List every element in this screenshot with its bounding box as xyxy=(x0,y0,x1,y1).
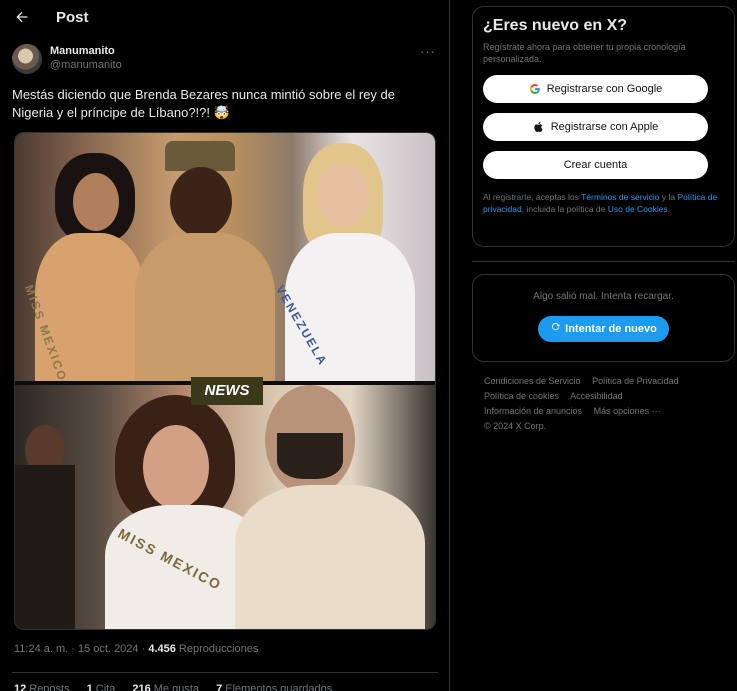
main-column: Post Manumanito @manumanito ··· Mestás d… xyxy=(0,0,450,691)
create-account-button[interactable]: Crear cuenta xyxy=(483,151,708,179)
back-button[interactable] xyxy=(12,7,32,27)
views-label: Reproducciones xyxy=(178,643,259,655)
sidebar: ¿Eres nuevo en X? Regístrate ahora para … xyxy=(472,6,735,434)
views-count: 4.456 xyxy=(148,643,176,655)
refresh-icon xyxy=(550,316,561,342)
photo-bottom[interactable]: MISS MEXICO xyxy=(15,385,435,629)
divider xyxy=(12,672,438,673)
tweet-meta: 11:24 a. m. · 15 oct. 2024 · 4.456 Repro… xyxy=(14,643,258,655)
footer-link-more[interactable]: Más opciones ··· xyxy=(594,406,661,416)
tweet-stats: 12 Reposts 1 Cita 216 Me gusta 7 Elementos g… xyxy=(14,683,346,691)
stat-bookmarks[interactable]: 7 Elementos guardados xyxy=(216,683,332,691)
tweet: Manumanito @manumanito ··· Mestás dicien… xyxy=(12,44,438,122)
tweet-media[interactable]: MISS MEXICO VENEZUELA MISS MEXICO NEWS xyxy=(14,132,436,630)
apple-signup-label: Registrarse con Apple xyxy=(550,121,659,133)
footer-link-ads-info[interactable]: Información de anuncios xyxy=(484,406,582,416)
copyright: © 2024 X Corp. xyxy=(484,421,547,431)
stat-quotes[interactable]: 1 Cita xyxy=(87,683,116,691)
signup-title: ¿Eres nuevo en X? xyxy=(483,17,628,34)
display-name[interactable]: Manumanito xyxy=(50,44,122,58)
google-icon xyxy=(529,83,541,95)
footer: Condiciones de Servicio Política de Priv… xyxy=(472,374,735,434)
stat-likes[interactable]: 216 Me gusta xyxy=(132,683,199,691)
google-signup-button[interactable]: Registrarse con Google xyxy=(483,75,708,103)
google-signup-label: Registrarse con Google xyxy=(546,83,663,95)
stat-reposts[interactable]: 12 Reposts xyxy=(14,683,70,691)
arrow-left-icon xyxy=(16,11,28,23)
more-options-icon[interactable]: ··· xyxy=(420,44,436,59)
retry-label: Intentar de nuevo xyxy=(565,323,657,335)
footer-link-cookies[interactable]: Política de cookies xyxy=(484,391,559,401)
signup-subtitle: Regístrate ahora para obtener tu propia … xyxy=(483,42,686,64)
photo-top[interactable]: MISS MEXICO VENEZUELA xyxy=(15,133,435,385)
footer-link-accessibility[interactable]: Accesibilidad xyxy=(570,391,623,401)
retry-button[interactable]: Intentar de nuevo xyxy=(538,316,669,342)
error-card: Algo salió mal. Intenta recargar. Intent… xyxy=(472,274,735,362)
cookies-link[interactable]: Uso de Cookies xyxy=(608,204,668,214)
user-handle[interactable]: @manumanito xyxy=(50,58,122,72)
signup-card: ¿Eres nuevo en X? Regístrate ahora para … xyxy=(472,6,735,247)
divider xyxy=(472,261,735,262)
tweet-author[interactable]: Manumanito @manumanito ··· xyxy=(12,44,438,76)
media-watermark: NEWS xyxy=(191,377,263,405)
page-title: Post xyxy=(56,8,89,26)
tweet-time[interactable]: 11:24 a. m. · 15 oct. 2024 · xyxy=(14,643,145,655)
signup-legal-text: Al registrarte, aceptas los Términos de … xyxy=(483,192,718,214)
apple-signup-button[interactable]: Registrarse con Apple xyxy=(483,113,708,141)
tweet-text: Mestás diciendo que Brenda Bezares nunca… xyxy=(12,87,395,120)
error-message: Algo salió mal. Intenta recargar. xyxy=(533,291,674,302)
footer-link-terms[interactable]: Condiciones de Servicio xyxy=(484,376,581,386)
apple-icon xyxy=(533,121,545,133)
top-bar: Post xyxy=(0,0,449,34)
terms-link[interactable]: Términos de servicio xyxy=(581,192,659,202)
avatar[interactable] xyxy=(12,44,42,74)
create-account-label: Crear cuenta xyxy=(563,159,628,171)
footer-link-privacy[interactable]: Política de Privacidad xyxy=(592,376,679,386)
